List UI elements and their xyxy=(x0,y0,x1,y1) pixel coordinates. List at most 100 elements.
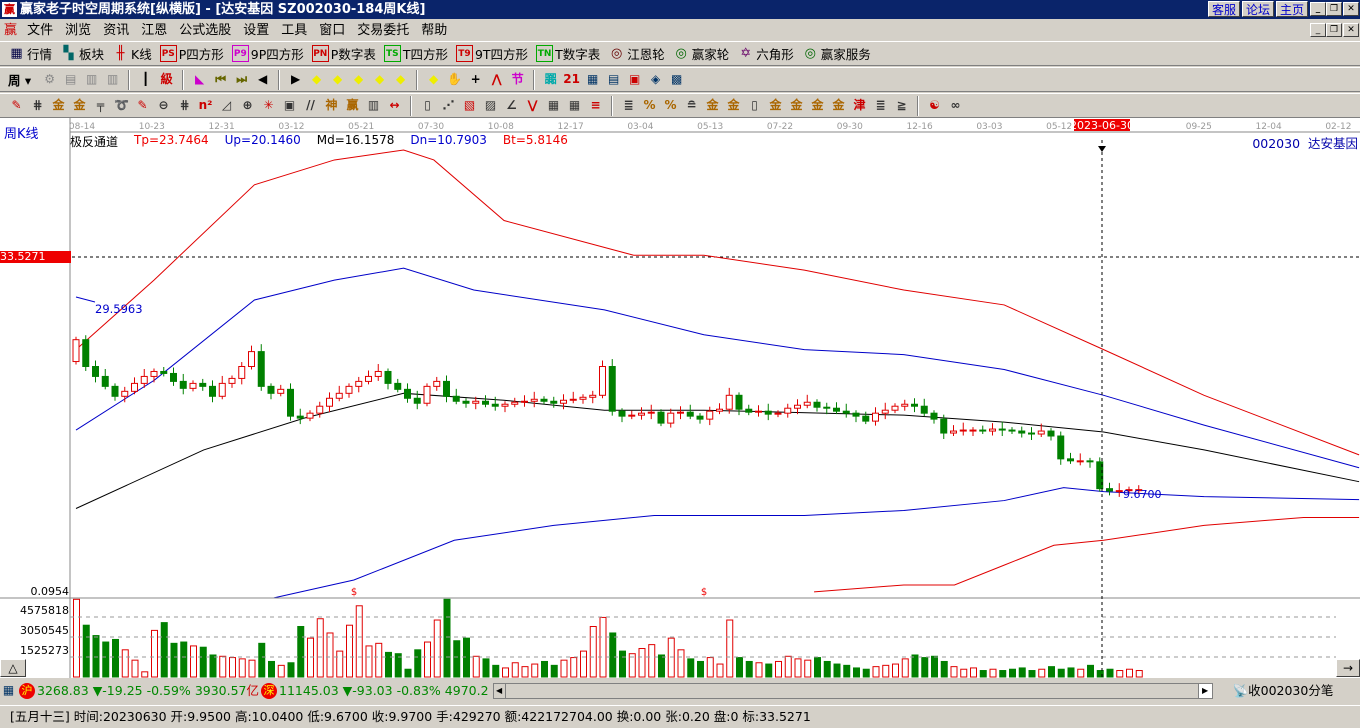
drawing-tool-icon[interactable]: 金 xyxy=(830,97,847,114)
calc-icon[interactable]: ▦ xyxy=(584,71,601,88)
doc-icon[interactable]: ▤ xyxy=(62,71,79,88)
d3-icon[interactable]: ◆ xyxy=(350,71,367,88)
service-button[interactable]: 客服 xyxy=(1208,1,1241,17)
close-icon[interactable]: ✕ xyxy=(1343,2,1359,16)
drawing-tool-icon[interactable]: % xyxy=(662,97,679,114)
minimize-icon[interactable]: _ xyxy=(1310,2,1326,16)
drawing-tool-icon[interactable]: 金 xyxy=(809,97,826,114)
drawing-tool-icon[interactable]: ╤ xyxy=(92,97,109,114)
drawing-tool-icon[interactable]: ⋁ xyxy=(524,97,541,114)
hand-icon[interactable]: ✋ xyxy=(446,71,463,88)
left-icon[interactable]: ◀ xyxy=(254,71,271,88)
drawing-tool-icon[interactable]: % xyxy=(641,97,658,114)
drawing-tool-icon[interactable]: 金 xyxy=(704,97,721,114)
menu-item[interactable]: 交易委托 xyxy=(357,23,409,38)
sz-index[interactable]: 11145.03 ▼-93.03 -0.83% 4970.2 xyxy=(279,680,489,701)
drawing-tool-icon[interactable]: ▯ xyxy=(419,97,436,114)
menu-item[interactable]: 文件 xyxy=(27,23,53,38)
toolbar-button[interactable]: ◎ 江恩轮 xyxy=(608,44,665,63)
cross-icon[interactable]: + xyxy=(467,71,484,88)
drawing-tool-icon[interactable]: ⊖ xyxy=(155,97,172,114)
scroll-left-icon[interactable]: ◀ xyxy=(494,683,506,698)
drawing-tool-icon[interactable]: ⊕ xyxy=(239,97,256,114)
drawing-tool-icon[interactable]: ≣ xyxy=(620,97,637,114)
drawing-tool-icon[interactable]: ✎ xyxy=(8,97,25,114)
d5-icon[interactable]: ◆ xyxy=(392,71,409,88)
menu-item[interactable]: 设置 xyxy=(243,23,269,38)
drawing-tool-icon[interactable]: 赢 xyxy=(344,97,361,114)
menu-item[interactable]: 江恩 xyxy=(141,23,167,38)
last-icon[interactable]: ⏭ xyxy=(233,71,250,88)
toolbar-button[interactable]: ✡ 六角形 xyxy=(737,44,793,63)
drawing-tool-icon[interactable]: 津 xyxy=(851,97,868,114)
d1-icon[interactable]: ◆ xyxy=(308,71,325,88)
drawing-tool-icon[interactable]: ▯ xyxy=(746,97,763,114)
drawing-tool-icon[interactable]: ⋕ xyxy=(176,97,193,114)
drawing-tool-icon[interactable]: ▦ xyxy=(545,97,562,114)
restore-icon[interactable]: ❐ xyxy=(1326,2,1342,16)
toolbar-button[interactable]: T9 9T四方形 xyxy=(455,44,528,63)
settings-icon[interactable]: ⚙ xyxy=(41,71,58,88)
menu-item[interactable]: 窗口 xyxy=(319,23,345,38)
app-menu-icon[interactable]: 赢 xyxy=(4,23,17,38)
menu-item[interactable]: 帮助 xyxy=(421,23,447,38)
drawing-tool-icon[interactable]: ✳ xyxy=(260,97,277,114)
right-icon[interactable]: ▶ xyxy=(287,71,304,88)
toolbar-button[interactable]: ◎ 赢家轮 xyxy=(673,44,730,63)
drawing-tool-icon[interactable]: ➰ xyxy=(113,97,130,114)
toolbar-button[interactable]: P9 9P四方形 xyxy=(231,44,304,63)
toolbar-button[interactable]: TN T数字表 xyxy=(536,44,600,63)
drawing-tool-icon[interactable]: 神 xyxy=(323,97,340,114)
candle-icon[interactable]: ┃ xyxy=(137,71,154,88)
flag-icon[interactable]: ◣ xyxy=(191,71,208,88)
drawing-tool-icon[interactable]: ✎ xyxy=(134,97,151,114)
quote-table-icon[interactable]: ▦ xyxy=(0,682,17,699)
menu-item[interactable]: 公式选股 xyxy=(179,23,231,38)
drawing-tool-icon[interactable]: ⋕ xyxy=(29,97,46,114)
horizontal-scrollbar[interactable]: ◀ ▶ xyxy=(492,682,1213,699)
drawing-tool-icon[interactable]: // xyxy=(302,97,319,114)
list-icon[interactable]: ▤ xyxy=(605,71,622,88)
net-icon[interactable]: ◈ xyxy=(647,71,664,88)
drawing-tool-icon[interactable]: ↔ xyxy=(386,97,403,114)
save-icon[interactable]: ▣ xyxy=(626,71,643,88)
arrow-right-button[interactable]: → xyxy=(1336,659,1360,677)
drawing-tool-icon[interactable]: ▥ xyxy=(365,97,382,114)
drawing-tool-icon[interactable]: 金 xyxy=(50,97,67,114)
menu-item[interactable]: 资讯 xyxy=(103,23,129,38)
chart2-icon[interactable]: 嚻 xyxy=(542,71,559,88)
bars3-icon[interactable]: ▥ xyxy=(83,71,100,88)
sh-index[interactable]: 3268.83 ▼-19.25 -0.59% 3930.57 xyxy=(37,680,247,701)
drawing-tool-icon[interactable]: 金 xyxy=(71,97,88,114)
tpl-icon[interactable]: 节 xyxy=(509,71,526,88)
bars9-icon[interactable]: ▥ xyxy=(104,71,121,88)
toolbar-button[interactable]: PS P四方形 xyxy=(159,44,224,63)
drawing-tool-icon[interactable]: ◿ xyxy=(218,97,235,114)
scroll-right-icon[interactable]: ▶ xyxy=(1197,683,1212,698)
drawing-tool-icon[interactable]: ∞ xyxy=(947,97,964,114)
drawing-tool-icon[interactable]: ≣ xyxy=(872,97,889,114)
toolbar-button[interactable]: ▚ 板块 xyxy=(60,44,105,63)
drawing-tool-icon[interactable]: ≘ xyxy=(683,97,700,114)
drawing-tool-icon[interactable]: ▦ xyxy=(566,97,583,114)
toolbar-button[interactable]: ▦ 行情 xyxy=(8,44,52,63)
drawing-tool-icon[interactable]: ∠ xyxy=(503,97,520,114)
drawing-tool-icon[interactable]: ▨ xyxy=(482,97,499,114)
child-restore-icon[interactable]: ❐ xyxy=(1326,23,1342,37)
toolbar-button[interactable]: ◎ 赢家服务 xyxy=(802,44,871,63)
drawing-tool-icon[interactable]: ☯ xyxy=(926,97,943,114)
d6-icon[interactable]: ◆ xyxy=(425,71,442,88)
wave-icon[interactable]: ⋀ xyxy=(488,71,505,88)
menu-item[interactable]: 浏览 xyxy=(65,23,91,38)
period-select[interactable]: 周 ▾ xyxy=(8,70,31,89)
chart-canvas[interactable]: 08-14 10-23 12-31 03-12 05-21 07-30 10-08 12-17… xyxy=(0,118,1360,678)
drawing-tool-icon[interactable]: 金 xyxy=(767,97,784,114)
drawing-tool-icon[interactable]: ▣ xyxy=(281,97,298,114)
prn-icon[interactable]: ▩ xyxy=(668,71,685,88)
menu-item[interactable]: 工具 xyxy=(281,23,307,38)
toolbar-button[interactable]: PN P数字表 xyxy=(311,44,376,63)
child-close-icon[interactable]: ✕ xyxy=(1343,23,1359,37)
expand-panel-button[interactable]: △ xyxy=(0,659,26,677)
drawing-tool-icon[interactable]: ≧ xyxy=(893,97,910,114)
pole-icon[interactable]: 級 xyxy=(158,71,175,88)
